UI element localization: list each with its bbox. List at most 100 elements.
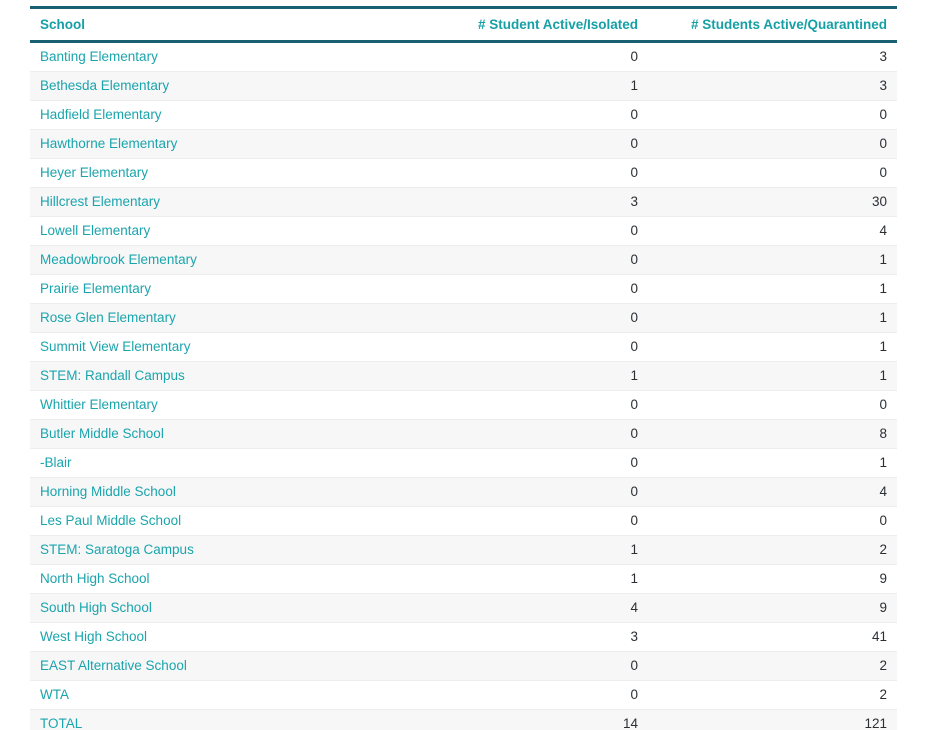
- cell-students-active-quarantined: 0: [648, 158, 897, 188]
- column-header-students-active-quarantined[interactable]: # Students Active/Quarantined: [648, 6, 897, 43]
- school-link[interactable]: South High School: [40, 600, 152, 615]
- cell-students-active-quarantined: 0: [648, 506, 897, 536]
- table-row: EAST Alternative School 0 2: [30, 651, 897, 681]
- table-row: Rose Glen Elementary 0 1: [30, 303, 897, 333]
- cell-school: Meadowbrook Elementary: [30, 245, 423, 275]
- cell-school: EAST Alternative School: [30, 651, 423, 681]
- table-row: Heyer Elementary 0 0: [30, 158, 897, 188]
- table-row: TOTAL 14 121: [30, 709, 897, 730]
- cell-students-active-quarantined: 121: [648, 709, 897, 730]
- school-link[interactable]: -Blair: [40, 455, 72, 470]
- cell-student-active-isolated: 0: [423, 274, 648, 304]
- cell-students-active-quarantined: 2: [648, 535, 897, 565]
- school-link[interactable]: Summit View Elementary: [40, 339, 191, 354]
- table-row: South High School 4 9: [30, 593, 897, 623]
- school-link[interactable]: Hadfield Elementary: [40, 107, 162, 122]
- cell-school: West High School: [30, 622, 423, 652]
- school-link[interactable]: Banting Elementary: [40, 49, 158, 64]
- school-link[interactable]: Rose Glen Elementary: [40, 310, 176, 325]
- cell-student-active-isolated: 0: [423, 129, 648, 159]
- cell-student-active-isolated: 0: [423, 100, 648, 130]
- column-header-school[interactable]: School: [30, 6, 423, 43]
- cell-student-active-isolated: 3: [423, 187, 648, 217]
- cell-student-active-isolated: 0: [423, 390, 648, 420]
- cell-students-active-quarantined: 1: [648, 274, 897, 304]
- school-link[interactable]: Butler Middle School: [40, 426, 164, 441]
- table-body: Banting Elementary 0 3 Bethesda Elementary 1…: [30, 41, 897, 730]
- table-row: Lowell Elementary 0 4: [30, 216, 897, 246]
- school-link[interactable]: STEM: Saratoga Campus: [40, 542, 194, 557]
- table-header-row: School # Student Active/Isolated # Stude…: [30, 6, 897, 43]
- school-link[interactable]: Les Paul Middle School: [40, 513, 181, 528]
- school-link[interactable]: EAST Alternative School: [40, 658, 187, 673]
- cell-school: Summit View Elementary: [30, 332, 423, 362]
- cell-school: Lowell Elementary: [30, 216, 423, 246]
- table-row: North High School 1 9: [30, 564, 897, 594]
- page-root: School # Student Active/Isolated # Stude…: [0, 0, 949, 730]
- table-row: Hadfield Elementary 0 0: [30, 100, 897, 130]
- school-link[interactable]: WTA: [40, 687, 69, 702]
- cell-school: Butler Middle School: [30, 419, 423, 449]
- cell-school: South High School: [30, 593, 423, 623]
- cell-students-active-quarantined: 3: [648, 71, 897, 101]
- school-link[interactable]: Whittier Elementary: [40, 397, 158, 412]
- school-link[interactable]: Horning Middle School: [40, 484, 176, 499]
- cell-students-active-quarantined: 2: [648, 680, 897, 710]
- cell-school: Les Paul Middle School: [30, 506, 423, 536]
- cell-students-active-quarantined: 3: [648, 41, 897, 72]
- cell-school: -Blair: [30, 448, 423, 478]
- table-row: Bethesda Elementary 1 3: [30, 71, 897, 101]
- school-link[interactable]: North High School: [40, 571, 150, 586]
- table-row: WTA 0 2: [30, 680, 897, 710]
- school-link[interactable]: West High School: [40, 629, 147, 644]
- cell-school: Rose Glen Elementary: [30, 303, 423, 333]
- cell-students-active-quarantined: 9: [648, 593, 897, 623]
- table-row: Hillcrest Elementary 3 30: [30, 187, 897, 217]
- table-row: Hawthorne Elementary 0 0: [30, 129, 897, 159]
- cell-school: Heyer Elementary: [30, 158, 423, 188]
- table-row: -Blair 0 1: [30, 448, 897, 478]
- school-link[interactable]: STEM: Randall Campus: [40, 368, 185, 383]
- school-link[interactable]: Lowell Elementary: [40, 223, 150, 238]
- school-link[interactable]: Prairie Elementary: [40, 281, 151, 296]
- cell-student-active-isolated: 1: [423, 361, 648, 391]
- cell-student-active-isolated: 0: [423, 419, 648, 449]
- column-header-student-active-isolated[interactable]: # Student Active/Isolated: [423, 6, 648, 43]
- cell-students-active-quarantined: 41: [648, 622, 897, 652]
- cell-student-active-isolated: 0: [423, 506, 648, 536]
- school-link[interactable]: Meadowbrook Elementary: [40, 252, 197, 267]
- cell-student-active-isolated: 0: [423, 216, 648, 246]
- cell-school: STEM: Saratoga Campus: [30, 535, 423, 565]
- table-row: STEM: Randall Campus 1 1: [30, 361, 897, 391]
- cell-school: STEM: Randall Campus: [30, 361, 423, 391]
- cell-students-active-quarantined: 2: [648, 651, 897, 681]
- table-row: Meadowbrook Elementary 0 1: [30, 245, 897, 275]
- cell-student-active-isolated: 1: [423, 71, 648, 101]
- cell-students-active-quarantined: 1: [648, 332, 897, 362]
- cell-student-active-isolated: 0: [423, 303, 648, 333]
- cell-student-active-isolated: 0: [423, 245, 648, 275]
- cell-school: Whittier Elementary: [30, 390, 423, 420]
- cell-school: Hawthorne Elementary: [30, 129, 423, 159]
- cell-school: Horning Middle School: [30, 477, 423, 507]
- school-link[interactable]: Bethesda Elementary: [40, 78, 169, 93]
- school-link[interactable]: TOTAL: [40, 716, 82, 730]
- school-link[interactable]: Heyer Elementary: [40, 165, 148, 180]
- table-row: Banting Elementary 0 3: [30, 41, 897, 72]
- cell-students-active-quarantined: 9: [648, 564, 897, 594]
- table-head: School # Student Active/Isolated # Stude…: [30, 6, 897, 43]
- cell-school: Hillcrest Elementary: [30, 187, 423, 217]
- cell-student-active-isolated: 0: [423, 41, 648, 72]
- cell-student-active-isolated: 1: [423, 535, 648, 565]
- cell-students-active-quarantined: 1: [648, 361, 897, 391]
- table-row: West High School 3 41: [30, 622, 897, 652]
- report-table-container: School # Student Active/Isolated # Stude…: [30, 6, 897, 730]
- cell-students-active-quarantined: 30: [648, 187, 897, 217]
- school-link[interactable]: Hillcrest Elementary: [40, 194, 160, 209]
- cell-student-active-isolated: 0: [423, 448, 648, 478]
- cell-students-active-quarantined: 4: [648, 477, 897, 507]
- cell-school: Hadfield Elementary: [30, 100, 423, 130]
- cell-students-active-quarantined: 0: [648, 129, 897, 159]
- school-link[interactable]: Hawthorne Elementary: [40, 136, 177, 151]
- cell-student-active-isolated: 14: [423, 709, 648, 730]
